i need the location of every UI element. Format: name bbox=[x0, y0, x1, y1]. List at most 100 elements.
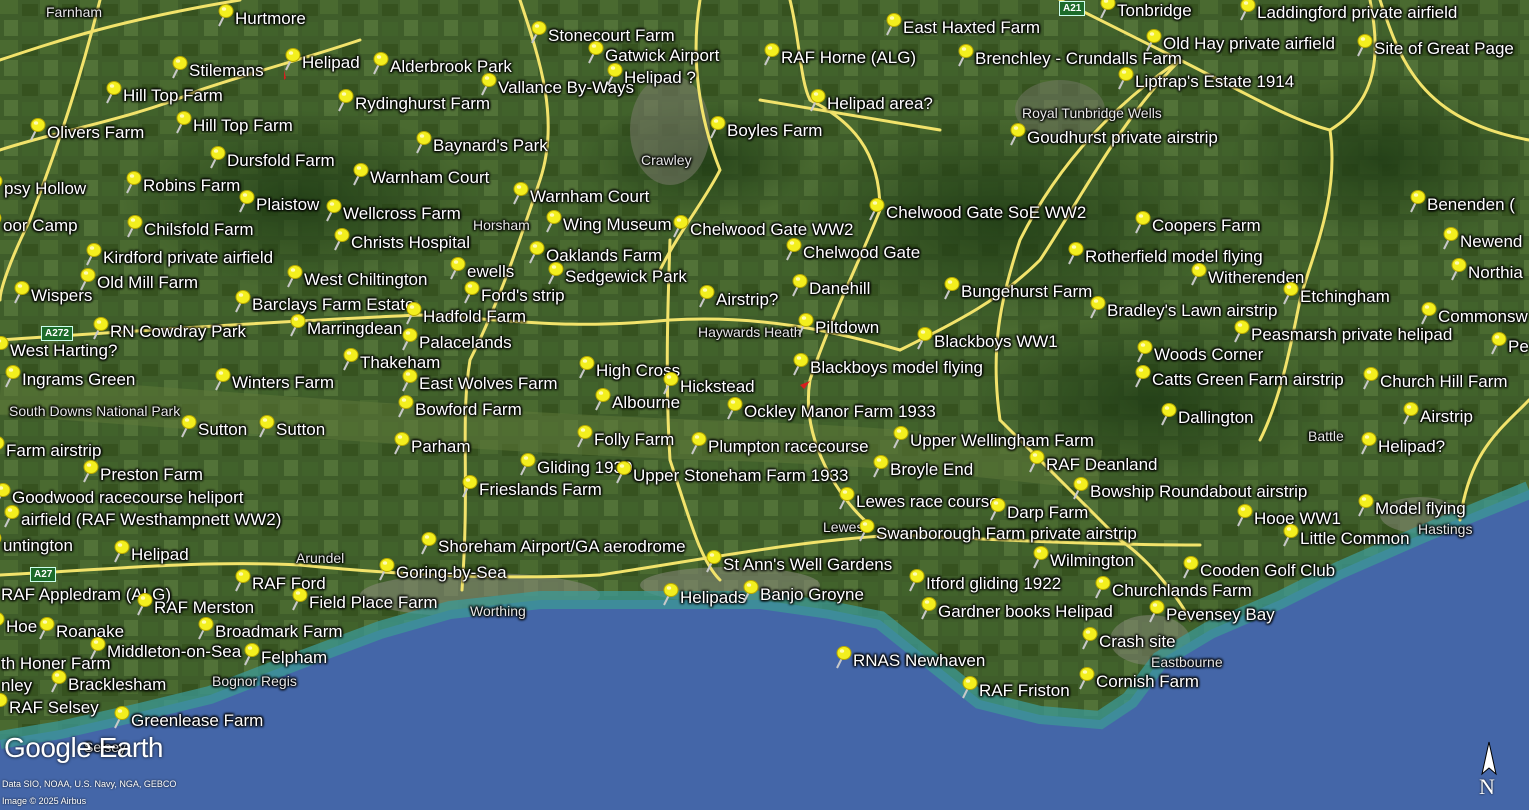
pushpin-icon[interactable] bbox=[1028, 544, 1050, 570]
placemark-label[interactable]: Hoe bbox=[6, 618, 37, 636]
pushpin-icon[interactable] bbox=[1352, 32, 1374, 58]
pushpin-icon[interactable] bbox=[1186, 261, 1208, 287]
pushpin-icon[interactable] bbox=[374, 556, 396, 582]
placemark-label[interactable]: Little Common bbox=[1300, 530, 1410, 548]
placemark-label[interactable]: Stonecourt Farm bbox=[548, 27, 675, 45]
placemark-label[interactable]: West Chiltington bbox=[304, 271, 427, 289]
placemark-label[interactable]: St Ann's Well Gardens bbox=[723, 556, 892, 574]
pushpin-icon[interactable] bbox=[705, 114, 727, 140]
pushpin-icon[interactable] bbox=[397, 326, 419, 352]
pushpin-icon[interactable] bbox=[658, 581, 680, 607]
pushpin-icon[interactable] bbox=[957, 674, 979, 700]
pushpin-icon[interactable] bbox=[121, 169, 143, 195]
placemark-label[interactable]: Darp Farm bbox=[1007, 504, 1088, 522]
pushpin-icon[interactable] bbox=[213, 2, 235, 28]
pushpin-icon[interactable] bbox=[0, 691, 9, 717]
placemark-label[interactable]: Laddingford private airfield bbox=[1257, 4, 1457, 22]
pushpin-icon[interactable] bbox=[210, 366, 232, 392]
pushpin-icon[interactable] bbox=[88, 315, 110, 341]
pushpin-icon[interactable] bbox=[985, 496, 1007, 522]
placemark-label[interactable]: Airstrip bbox=[1420, 408, 1473, 426]
placemark-label[interactable]: Barclays Farm Estate bbox=[252, 296, 415, 314]
pushpin-icon[interactable] bbox=[1063, 240, 1085, 266]
placemark-label[interactable]: RAF Deanland bbox=[1046, 456, 1158, 474]
placemark-label[interactable]: Airstrip? bbox=[716, 291, 778, 309]
placemark-label[interactable]: Felpham bbox=[261, 649, 327, 667]
placemark-label[interactable]: Bowford Farm bbox=[415, 401, 522, 419]
placemark-label[interactable]: Sutton bbox=[276, 421, 325, 439]
pushpin-icon[interactable] bbox=[888, 424, 910, 450]
pushpin-icon[interactable] bbox=[1068, 475, 1090, 501]
pushpin-icon[interactable] bbox=[834, 485, 856, 511]
placemark-label[interactable]: Boyles Farm bbox=[727, 122, 822, 140]
placemark-label[interactable]: Greenlease Farm bbox=[131, 712, 263, 730]
placemark-label[interactable]: Gardner books Helipad bbox=[938, 603, 1113, 621]
placemark-label[interactable]: Preston Farm bbox=[100, 466, 203, 484]
placemark-label[interactable]: Chilsfold Farm bbox=[144, 221, 254, 239]
placemark-label[interactable]: Banjo Groyne bbox=[760, 586, 864, 604]
pushpin-icon[interactable] bbox=[526, 19, 548, 45]
pushpin-icon[interactable] bbox=[397, 367, 419, 393]
pushpin-icon[interactable] bbox=[476, 71, 498, 97]
pushpin-icon[interactable] bbox=[0, 172, 4, 198]
pushpin-icon[interactable] bbox=[0, 334, 10, 360]
pushpin-icon[interactable] bbox=[602, 61, 624, 87]
pushpin-icon[interactable] bbox=[912, 325, 934, 351]
pushpin-icon[interactable] bbox=[572, 423, 594, 449]
pushpin-icon[interactable] bbox=[1416, 300, 1438, 326]
pushpin-icon[interactable] bbox=[1024, 448, 1046, 474]
pushpin-icon[interactable] bbox=[611, 459, 633, 485]
placemark-label[interactable]: Pevensey Bay bbox=[1166, 606, 1275, 624]
placemark-label[interactable]: Parham bbox=[411, 438, 471, 456]
placemark-label[interactable]: Palacelands bbox=[419, 334, 512, 352]
pushpin-icon[interactable] bbox=[205, 144, 227, 170]
pushpin-icon[interactable] bbox=[1130, 209, 1152, 235]
placemark-label[interactable]: RAF Horne (ALG) bbox=[781, 49, 916, 67]
placemark-label[interactable]: Wing Museum bbox=[563, 216, 672, 234]
pushpin-icon[interactable] bbox=[668, 213, 690, 239]
pushpin-icon[interactable] bbox=[868, 453, 890, 479]
pushpin-icon[interactable] bbox=[793, 311, 815, 337]
pushpin-icon[interactable] bbox=[230, 567, 252, 593]
placemark-label[interactable]: Bungehurst Farm bbox=[961, 283, 1092, 301]
placemark-label[interactable]: Bracklesham bbox=[68, 676, 166, 694]
pushpin-icon[interactable] bbox=[9, 279, 31, 305]
placemark-label[interactable]: RN Cowdray Park bbox=[110, 323, 246, 341]
placemark-label[interactable]: Old Hay private airfield bbox=[1163, 35, 1335, 53]
placemark-label[interactable]: untington bbox=[3, 537, 73, 555]
placemark-label[interactable]: Robins Farm bbox=[143, 177, 240, 195]
pushpin-icon[interactable] bbox=[1141, 27, 1163, 53]
placemark-label[interactable]: Goudhurst private airstrip bbox=[1027, 129, 1218, 147]
pushpin-icon[interactable] bbox=[254, 413, 276, 439]
pushpin-icon[interactable] bbox=[722, 395, 744, 421]
placemark-label[interactable]: Pe bbox=[1508, 338, 1529, 356]
placemark-label[interactable]: Helipad area? bbox=[827, 95, 933, 113]
placemark-label[interactable]: Rydinghurst Farm bbox=[355, 95, 490, 113]
pushpin-icon[interactable] bbox=[167, 54, 189, 80]
pushpin-icon[interactable] bbox=[1486, 330, 1508, 356]
placemark-label[interactable]: Helipads bbox=[680, 589, 746, 607]
pushpin-icon[interactable] bbox=[781, 236, 803, 262]
pushpin-icon[interactable] bbox=[1278, 280, 1300, 306]
placemark-label[interactable]: Shoreham Airport/GA aerodrome bbox=[438, 538, 686, 556]
pushpin-icon[interactable] bbox=[25, 116, 47, 142]
pushpin-icon[interactable] bbox=[738, 578, 760, 604]
placemark-label[interactable]: Rotherfield model flying bbox=[1085, 248, 1263, 266]
pushpin-icon[interactable] bbox=[541, 208, 563, 234]
pushpin-icon[interactable] bbox=[787, 272, 809, 298]
pushpin-icon[interactable] bbox=[0, 610, 6, 636]
placemark-label[interactable]: Winters Farm bbox=[232, 374, 334, 392]
pushpin-icon[interactable] bbox=[1113, 65, 1135, 91]
placemark-label[interactable]: Etchingham bbox=[1300, 288, 1390, 306]
pushpin-icon[interactable] bbox=[1353, 492, 1375, 518]
placemark-label[interactable]: RAF Selsey bbox=[9, 699, 99, 717]
placemark-label[interactable]: Hickstead bbox=[680, 378, 755, 396]
pushpin-icon[interactable] bbox=[1156, 401, 1178, 427]
placemark-label[interactable]: Church Hill Farm bbox=[1380, 373, 1508, 391]
pushpin-icon[interactable] bbox=[1074, 665, 1096, 691]
pushpin-icon[interactable] bbox=[590, 386, 612, 412]
placemark-label[interactable]: Model flying bbox=[1375, 500, 1466, 518]
placemark-label[interactable]: Lewes race course bbox=[856, 493, 999, 511]
placemark-label[interactable]: West Harting? bbox=[10, 342, 117, 360]
pushpin-icon[interactable] bbox=[904, 567, 926, 593]
